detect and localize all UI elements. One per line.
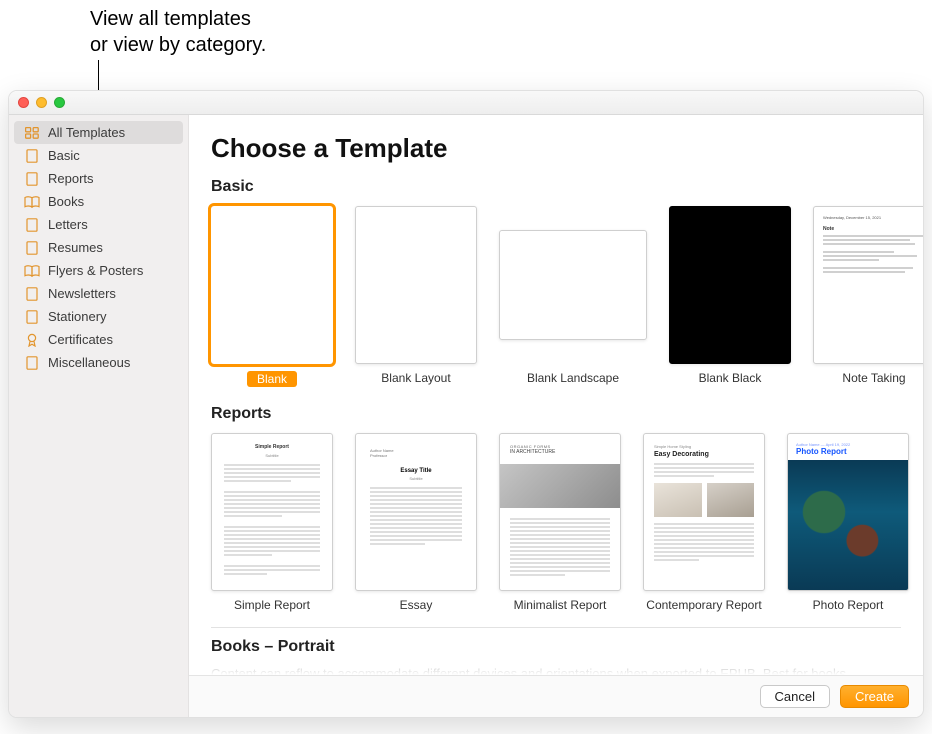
template-thumb: Simple Home Styling Easy Decorating: [643, 433, 765, 591]
sidebar-item-label: Reports: [48, 171, 94, 186]
window-body: All Templates Basic Reports Books Letter…: [9, 115, 923, 717]
template-thumb: Simple Report Subtitle: [211, 433, 333, 591]
template-note-taking[interactable]: Wednesday, December 15, 2021 Note Note T…: [813, 206, 923, 387]
template-label: Blank Black: [699, 371, 762, 385]
section-title-basic: Basic: [211, 178, 901, 196]
template-chooser-window: All Templates Basic Reports Books Letter…: [8, 90, 924, 718]
sidebar-item-label: Basic: [48, 148, 80, 163]
section-title-reports: Reports: [211, 405, 901, 423]
sidebar-item-basic[interactable]: Basic: [14, 144, 183, 167]
template-label: Blank Layout: [381, 371, 450, 385]
books-description: Content can reflow to accommodate differ…: [211, 666, 901, 675]
template-thumb: [355, 206, 477, 364]
sidebar-item-label: Letters: [48, 217, 88, 232]
template-thumb: [499, 230, 647, 340]
template-label: Photo Report: [813, 598, 884, 612]
sidebar-item-label: Certificates: [48, 332, 113, 347]
sidebar-item-label: Stationery: [48, 309, 107, 324]
titlebar: [9, 91, 923, 115]
sidebar: All Templates Basic Reports Books Letter…: [9, 115, 189, 717]
template-simple-report[interactable]: Simple Report Subtitle Simple Report: [211, 433, 333, 612]
document-icon: [24, 149, 40, 163]
sidebar-item-label: Resumes: [48, 240, 103, 255]
template-blank-landscape[interactable]: Blank Landscape: [499, 206, 647, 387]
sidebar-item-label: All Templates: [48, 125, 125, 140]
template-blank[interactable]: Blank: [211, 206, 333, 387]
sidebar-item-flyers-posters[interactable]: Flyers & Posters: [14, 259, 183, 282]
template-photo-report[interactable]: Author Name — April 19, 2022 Photo Repor…: [787, 433, 909, 612]
template-thumb: [211, 206, 333, 364]
template-thumb: [669, 206, 791, 364]
sidebar-item-label: Newsletters: [48, 286, 116, 301]
sidebar-item-stationery[interactable]: Stationery: [14, 305, 183, 328]
document-icon: [24, 241, 40, 255]
sidebar-item-label: Miscellaneous: [48, 355, 130, 370]
sidebar-item-reports[interactable]: Reports: [14, 167, 183, 190]
template-contemporary-report[interactable]: Simple Home Styling Easy Decorating Cont…: [643, 433, 765, 612]
sidebar-item-resumes[interactable]: Resumes: [14, 236, 183, 259]
annotation-line2: or view by category.: [90, 32, 266, 58]
template-minimalist-report[interactable]: ORGANIC FORMS IN ARCHITECTURE Minimalist…: [499, 433, 621, 612]
sidebar-item-books[interactable]: Books: [14, 190, 183, 213]
reports-grid: Simple Report Subtitle Simple Report: [211, 433, 901, 612]
template-label: Blank: [247, 371, 297, 387]
cancel-button[interactable]: Cancel: [760, 685, 830, 708]
document-icon: [24, 287, 40, 301]
template-thumb: Author Name Professor Essay Title Subtit…: [355, 433, 477, 591]
template-thumb: ORGANIC FORMS IN ARCHITECTURE: [499, 433, 621, 591]
sidebar-item-letters[interactable]: Letters: [14, 213, 183, 236]
close-icon[interactable]: [18, 97, 29, 108]
footer: Cancel Create: [189, 675, 923, 717]
template-thumb: Wednesday, December 15, 2021 Note: [813, 206, 923, 364]
document-icon: [24, 356, 40, 370]
template-scroll[interactable]: Choose a Template Basic Blank Blank Layo…: [189, 115, 923, 675]
help-annotation: View all templates or view by category.: [90, 6, 266, 58]
template-thumb: Author Name — April 19, 2022 Photo Repor…: [787, 433, 909, 591]
basic-grid: Blank Blank Layout Blank Landscape Blank…: [211, 206, 901, 387]
sidebar-item-newsletters[interactable]: Newsletters: [14, 282, 183, 305]
template-label: Contemporary Report: [646, 598, 761, 612]
document-icon: [24, 218, 40, 232]
page-title: Choose a Template: [211, 133, 901, 164]
sidebar-item-miscellaneous[interactable]: Miscellaneous: [14, 351, 183, 374]
template-label: Essay: [400, 598, 433, 612]
annotation-line1: View all templates: [90, 6, 266, 32]
template-label: Blank Landscape: [527, 371, 619, 385]
book-icon: [24, 264, 40, 278]
sidebar-item-label: Flyers & Posters: [48, 263, 143, 278]
sidebar-item-label: Books: [48, 194, 84, 209]
content-area: Choose a Template Basic Blank Blank Layo…: [189, 115, 923, 717]
template-essay[interactable]: Author Name Professor Essay Title Subtit…: [355, 433, 477, 612]
sidebar-item-certificates[interactable]: Certificates: [14, 328, 183, 351]
template-label: Minimalist Report: [514, 598, 607, 612]
template-blank-black[interactable]: Blank Black: [669, 206, 791, 387]
minimize-icon[interactable]: [36, 97, 47, 108]
section-title-books: Books – Portrait: [211, 627, 901, 656]
maximize-icon[interactable]: [54, 97, 65, 108]
template-label: Simple Report: [234, 598, 310, 612]
template-blank-layout[interactable]: Blank Layout: [355, 206, 477, 387]
document-icon: [24, 310, 40, 324]
sidebar-item-all-templates[interactable]: All Templates: [14, 121, 183, 144]
template-label: Note Taking: [842, 371, 905, 385]
document-icon: [24, 172, 40, 186]
grid-icon: [24, 126, 40, 140]
book-icon: [24, 195, 40, 209]
create-button[interactable]: Create: [840, 685, 909, 708]
badge-icon: [24, 333, 40, 347]
